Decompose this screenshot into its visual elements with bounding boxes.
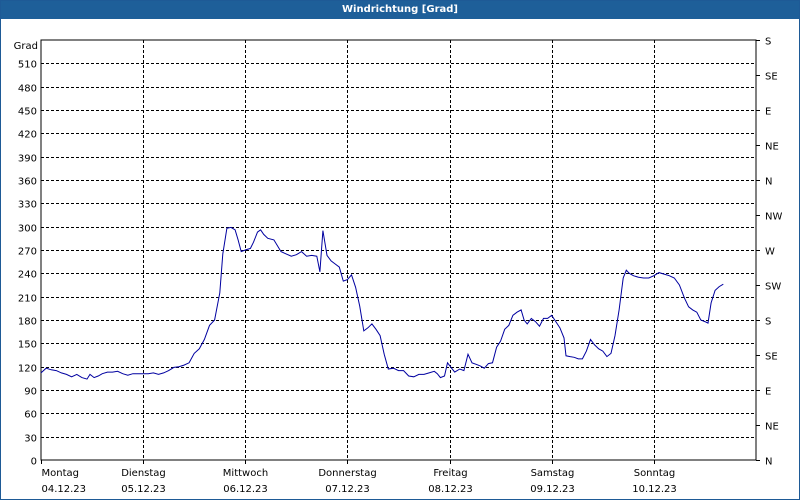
- x-tick-date: 05.12.23: [121, 484, 166, 495]
- y-tick-label: 510: [18, 60, 37, 71]
- x-axis: Montag 04.12.23 Dienstag 05.12.23 Mittwoch 06…: [41, 460, 677, 495]
- x-tick-day: Dienstag: [121, 468, 166, 479]
- right-tick-label: E: [765, 107, 771, 118]
- x-tick-day: Samstag: [531, 468, 575, 479]
- y-tick-label: 360: [18, 177, 37, 188]
- y-tick-label: 330: [18, 200, 37, 211]
- x-tick-day: Donnerstag: [318, 468, 376, 479]
- right-tick-label: NE: [765, 142, 779, 153]
- wind-direction-chart: 0 30 60 90 120 150 180 210 240 270 300 330 360 390 420…: [14, 37, 783, 496]
- y-axis-label: Grad: [14, 41, 38, 52]
- y-tick-label: 60: [24, 410, 37, 421]
- y-tick-label: 150: [18, 340, 37, 351]
- y-tick-label: 450: [18, 107, 37, 118]
- right-tick-label: E: [765, 387, 771, 398]
- y-tick-label: 120: [18, 364, 37, 375]
- right-tick-label: S: [765, 317, 771, 328]
- right-tick-label: N: [765, 177, 772, 188]
- right-tick-label: SW: [765, 282, 781, 293]
- right-tick-label: NW: [765, 212, 782, 223]
- right-tick-label: SE: [765, 72, 778, 83]
- right-tick-label: W: [765, 247, 775, 258]
- y-tick-label: 210: [18, 294, 37, 305]
- y-tick-label: 420: [18, 130, 37, 141]
- x-tick-day: Montag: [42, 468, 79, 479]
- x-tick-day: Freitag: [433, 468, 467, 479]
- y-tick-label: 0: [31, 457, 37, 468]
- y-axis-right: N NE E SE S SW W NW N NE E SE S: [756, 37, 782, 468]
- x-tick-day: Sonntag: [634, 468, 676, 479]
- x-tick-date: 06.12.23: [223, 484, 268, 495]
- right-tick-label: S: [765, 37, 771, 48]
- y-tick-label: 270: [18, 247, 37, 258]
- y-tick-label: 90: [24, 387, 37, 398]
- x-tick-date: 09.12.23: [530, 484, 575, 495]
- y-tick-label: 390: [18, 154, 37, 165]
- y-tick-label: 480: [18, 84, 37, 95]
- right-tick-label: N: [765, 457, 772, 468]
- y-axis: 0 30 60 90 120 150 180 210 240 270 300 330 360 390 420…: [18, 60, 37, 468]
- x-tick-date: 10.12.23: [632, 484, 677, 495]
- x-tick-day: Mittwoch: [223, 468, 268, 479]
- y-tick-label: 240: [18, 270, 37, 281]
- x-tick-date: 07.12.23: [325, 484, 370, 495]
- right-tick-label: NE: [765, 422, 779, 433]
- y-tick-label: 30: [24, 434, 37, 445]
- x-tick-date: 08.12.23: [428, 484, 473, 495]
- y-tick-label: 300: [18, 224, 37, 235]
- x-tick-date: 04.12.23: [42, 484, 87, 495]
- right-tick-label: SE: [765, 352, 778, 363]
- y-tick-label: 180: [18, 317, 37, 328]
